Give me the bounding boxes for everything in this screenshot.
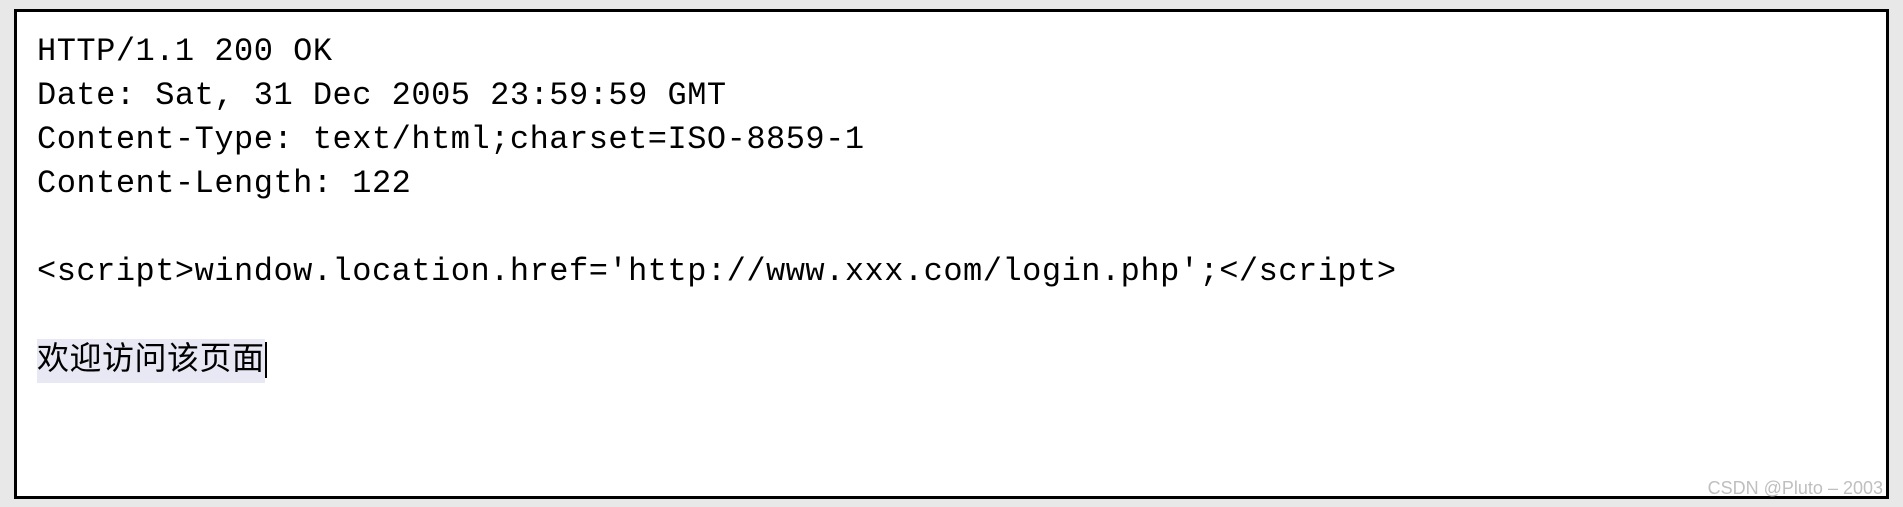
date-header: Date: Sat, 31 Dec 2005 23:59:59 GMT (37, 74, 1866, 118)
status-line: HTTP/1.1 200 OK (37, 30, 1866, 74)
watermark: CSDN @Pluto – 2003 (1708, 478, 1883, 499)
text-cursor (265, 342, 267, 378)
body-text: 欢迎访问该页面 (37, 339, 265, 383)
blank-line (37, 206, 1866, 250)
body-text-wrapper: 欢迎访问该页面 (37, 338, 1866, 383)
content-type-header: Content-Type: text/html;charset=ISO-8859… (37, 118, 1866, 162)
http-response-block: HTTP/1.1 200 OK Date: Sat, 31 Dec 2005 2… (14, 9, 1889, 499)
content-length-header: Content-Length: 122 (37, 162, 1866, 206)
body-script-line: <script>window.location.href='http://www… (37, 250, 1866, 294)
blank-line (37, 294, 1866, 338)
